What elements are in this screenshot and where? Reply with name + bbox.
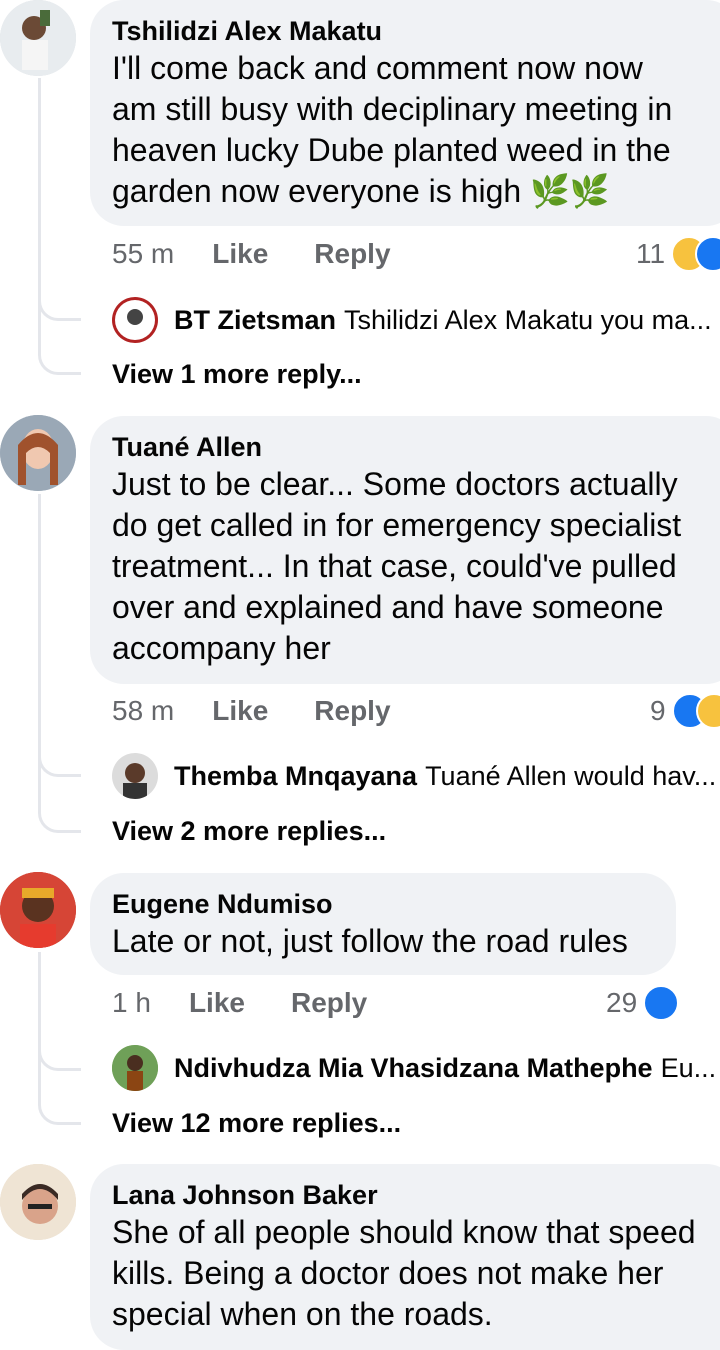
comment-text: She of all people should know that speed… <box>112 1214 696 1332</box>
thread-connector <box>38 296 81 321</box>
comment-actions: 58 m Like Reply <box>112 691 437 731</box>
reply-author: BT Zietsman <box>174 304 337 335</box>
comment-author[interactable]: Tuané Allen <box>112 430 718 464</box>
like-button[interactable]: Like <box>189 987 245 1019</box>
reaction-count: 9 <box>650 695 666 726</box>
reply-button[interactable]: Reply <box>291 987 367 1019</box>
avatar[interactable] <box>0 415 76 491</box>
comment-actions: 1 h Like Reply <box>112 983 413 1023</box>
comment-author[interactable]: Tshilidzi Alex Makatu <box>112 14 718 48</box>
avatar <box>112 297 158 343</box>
thread-connector <box>38 350 81 375</box>
view-more-replies[interactable]: View 12 more replies... <box>112 1108 401 1139</box>
reply-preview[interactable]: Themba Mnqayana Tuané Allen would hav... <box>112 752 720 800</box>
reply-preview[interactable]: Ndivhudza Mia Vhasidzana Mathephe Eu... <box>112 1044 720 1092</box>
thread-connector <box>38 808 81 833</box>
reaction-count: 11 <box>636 238 666 269</box>
comment-timestamp[interactable]: 55 m <box>112 238 174 270</box>
avatar[interactable] <box>0 872 76 948</box>
thread-line <box>38 952 41 1100</box>
reaction-summary[interactable]: 11 <box>636 234 720 274</box>
comment-bubble: Tshilidzi Alex Makatu I'll come back and… <box>90 0 720 226</box>
avatar <box>112 1045 158 1091</box>
like-button[interactable]: Like <box>212 238 268 270</box>
reply-text: Tshilidzi Alex Makatu you ma... <box>344 304 712 335</box>
reply-text: Eu... <box>660 1052 717 1083</box>
comment-timestamp[interactable]: 58 m <box>112 695 174 727</box>
reaction-count: 29 <box>606 987 638 1018</box>
comment-text: Late or not, just follow the road rules <box>112 923 628 959</box>
like-icon <box>643 985 680 1021</box>
comment-bubble: Eugene Ndumiso Late or not, just follow … <box>90 873 676 975</box>
thread-line <box>38 78 41 354</box>
comment-bubble: Lana Johnson Baker She of all people sho… <box>90 1164 720 1350</box>
reply-text: Tuané Allen would hav... <box>425 760 717 791</box>
reply-preview[interactable]: BT Zietsman Tshilidzi Alex Makatu you ma… <box>112 296 720 344</box>
reply-button[interactable]: Reply <box>314 238 390 270</box>
comment-author[interactable]: Lana Johnson Baker <box>112 1178 718 1212</box>
comment-text: I'll come back and comment now now am st… <box>112 50 673 209</box>
comment-author[interactable]: Eugene Ndumiso <box>112 887 654 921</box>
thread-connector <box>38 1100 81 1125</box>
thread-connector <box>38 1046 81 1071</box>
avatar[interactable] <box>0 1164 76 1240</box>
view-more-replies[interactable]: View 2 more replies... <box>112 816 386 847</box>
reply-author: Ndivhudza Mia Vhasidzana Mathephe <box>174 1052 653 1083</box>
reply-author: Themba Mnqayana <box>174 760 418 791</box>
reaction-summary[interactable]: 9 <box>650 691 720 731</box>
comment-actions: 55 m Like Reply <box>112 234 437 274</box>
view-more-replies[interactable]: View 1 more reply... <box>112 359 362 390</box>
like-button[interactable]: Like <box>212 695 268 727</box>
comment-text: Just to be clear... Some doctors actuall… <box>112 466 682 666</box>
comment-bubble: Tuané Allen Just to be clear... Some doc… <box>90 416 720 684</box>
avatar <box>112 753 158 799</box>
thread-connector <box>38 752 81 777</box>
avatar[interactable] <box>0 0 76 76</box>
reaction-summary[interactable]: 29 <box>606 983 680 1023</box>
reply-button[interactable]: Reply <box>314 695 390 727</box>
comment-timestamp[interactable]: 1 h <box>112 987 151 1019</box>
